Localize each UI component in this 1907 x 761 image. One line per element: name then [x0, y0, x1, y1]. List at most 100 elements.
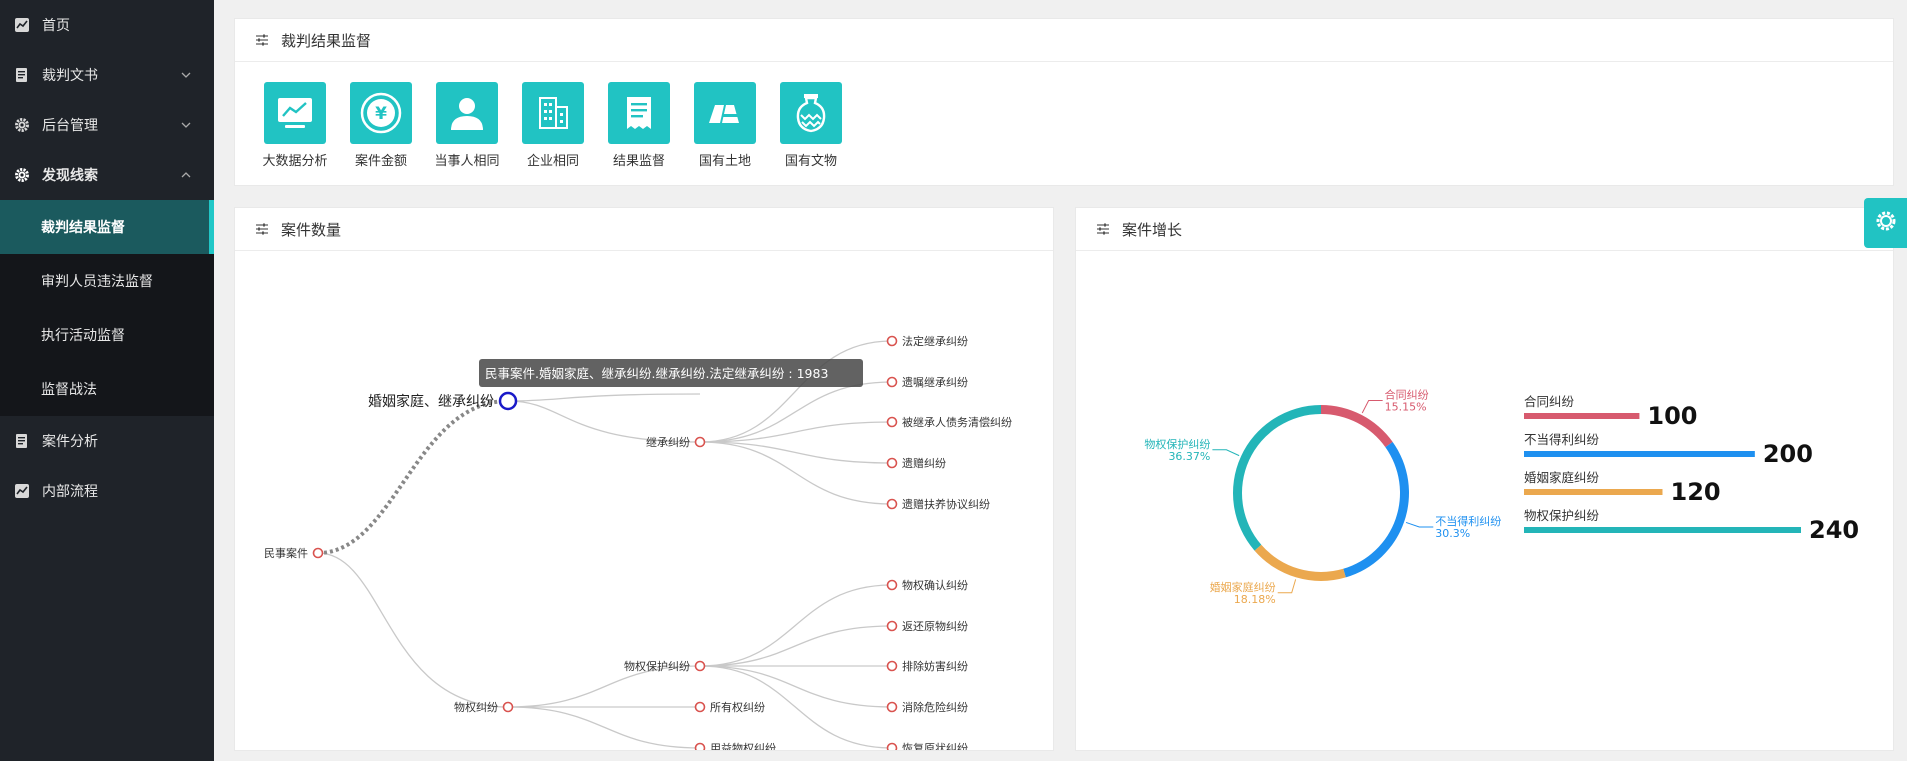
- tree-link-highlight: [317, 399, 509, 555]
- sidebar-item-tactics[interactable]: 监督战法: [0, 362, 214, 416]
- tree-leaf[interactable]: [886, 701, 898, 713]
- quick-link-case-amount[interactable]: ¥ 案件金额: [341, 82, 421, 169]
- sliders-icon: [1096, 222, 1110, 236]
- panel-title: 案件数量: [281, 220, 342, 239]
- tree-leaf[interactable]: [886, 579, 898, 591]
- tree-leaf[interactable]: [886, 335, 898, 347]
- tree-leaf[interactable]: [886, 457, 898, 469]
- tree-leaf-label: 物权确认纠纷: [902, 578, 968, 592]
- sidebar-item-label: 内部流程: [42, 484, 98, 500]
- bar: [1524, 489, 1663, 495]
- slice-label-name: 物权保护纠纷: [1144, 437, 1210, 451]
- tree-leaf-label: 遗嘱继承纠纷: [902, 375, 968, 389]
- tree-node-property-protection[interactable]: [694, 660, 706, 672]
- quick-link-big-data[interactable]: 大数据分析: [255, 82, 335, 169]
- quick-link-same-company[interactable]: 企业相同: [513, 82, 593, 169]
- donut-slice[interactable]: [1233, 405, 1321, 551]
- quick-link-same-party[interactable]: 当事人相同: [427, 82, 507, 169]
- sidebar-item-label: 首页: [42, 18, 70, 34]
- tree-leaf[interactable]: [886, 742, 898, 751]
- tree-leaf-label: 被继承人债务清偿纠纷: [902, 415, 1012, 429]
- case-tree-chart: 民事案件 婚姻家庭、继承纠纷 继承纠纷 物权纠纷 物权保护纠纷 所有权纠纷 用益…: [264, 334, 1012, 751]
- tree-leaf[interactable]: [886, 620, 898, 632]
- donut-slice[interactable]: [1254, 544, 1346, 581]
- tree-leaf-label: 返还原物纠纷: [902, 619, 968, 633]
- judgment-supervision-panel: 裁判结果监督 大数据分析 ¥ 案件金额 当事人相同 企业相同 结果监督 国有土地…: [234, 18, 1894, 186]
- sidebar: 首页 裁判文书 后台管理 发现线索 裁判结果监督 审判人员违法监督 执行活动监督…: [0, 0, 214, 761]
- bar: [1524, 527, 1801, 533]
- tree-label-root: 民事案件: [264, 546, 308, 560]
- quick-link-label: 企业相同: [526, 154, 579, 169]
- tree-label-property: 物权纠纷: [454, 700, 498, 714]
- tree-link: [699, 441, 893, 505]
- tree-node-marriage[interactable]: [498, 391, 518, 411]
- sidebar-item-label: 后台管理: [42, 118, 98, 134]
- panel-header: 案件数量: [235, 208, 1053, 251]
- sidebar-item-execution[interactable]: 执行活动监督: [0, 308, 214, 362]
- sidebar-item-judgment-supervision[interactable]: 裁判结果监督: [0, 200, 214, 254]
- chevron-down-icon: [180, 69, 192, 81]
- document-icon: [14, 433, 30, 449]
- tree-label-marriage: 婚姻家庭、继承纠纷: [368, 393, 494, 410]
- tree-label-inheritance: 继承纠纷: [646, 436, 690, 449]
- tooltip-text: 民事案件.婚姻家庭、继承纠纷.继承纠纷.法定继承纠纷 : 1983: [485, 366, 828, 381]
- gear-icon: [14, 117, 30, 133]
- chart-line-icon: [14, 17, 30, 33]
- tree-node-property[interactable]: [502, 701, 514, 713]
- tree-node-usufruct[interactable]: [694, 742, 706, 751]
- sidebar-item-label: 裁判文书: [42, 68, 98, 84]
- sidebar-item-label: 裁判结果监督: [41, 220, 125, 236]
- quick-link-label: 结果监督: [612, 154, 665, 169]
- tree-link: [699, 340, 893, 443]
- tree-link: [317, 552, 509, 708]
- yuan-coin-icon: ¥: [350, 82, 412, 144]
- chart-line-icon: [14, 483, 30, 499]
- document-icon: [14, 67, 30, 83]
- bar: [1524, 413, 1640, 419]
- sliders-icon: [255, 222, 269, 236]
- chevron-up-icon: [180, 169, 192, 181]
- person-icon: [436, 82, 498, 144]
- tree-leaf-label: 消除危险纠纷: [902, 700, 968, 714]
- bar-category-label: 物权保护纠纷: [1524, 508, 1600, 523]
- quick-link-state-relics[interactable]: 国有文物: [771, 82, 851, 169]
- donut-slice[interactable]: [1343, 441, 1409, 578]
- bar-category-label: 婚姻家庭纠纷: [1524, 470, 1600, 485]
- tree-leaf-label: 法定继承纠纷: [902, 334, 968, 348]
- tree-leaf[interactable]: [886, 660, 898, 672]
- trend-chart-icon: [264, 82, 326, 144]
- gear-icon: [14, 167, 30, 183]
- tree-node-ownership[interactable]: [694, 701, 706, 713]
- receipt-icon: [608, 82, 670, 144]
- tree-leaf[interactable]: [886, 416, 898, 428]
- settings-button[interactable]: [1864, 198, 1907, 248]
- slice-label-percent: 30.3%: [1435, 527, 1470, 540]
- bar-value-label: 100: [1647, 402, 1697, 430]
- tree-leaf-label: 遗赠纠纷: [902, 456, 946, 470]
- slice-label-name: 不当得利纠纷: [1435, 514, 1501, 528]
- tree-link: [507, 706, 701, 749]
- sidebar-item-label: 案件分析: [42, 434, 98, 450]
- tree-node-inheritance[interactable]: [694, 436, 706, 448]
- tree-link: [699, 584, 893, 667]
- sidebar-item-case-analysis[interactable]: 案件分析: [0, 416, 214, 466]
- quick-link-result-supervision[interactable]: 结果监督: [599, 82, 679, 169]
- building-icon: [522, 82, 584, 144]
- case-growth-panel: 案件增长 合同纠纷 15.15% 不当得利纠纷 30.3% 婚姻家庭纠纷 18.18% 物权…: [1075, 207, 1894, 751]
- slice-label-percent: 15.15%: [1385, 401, 1427, 414]
- tree-label-usufruct: 用益物权纠纷: [710, 741, 776, 750]
- sidebar-item-judgment-docs[interactable]: 裁判文书: [0, 50, 214, 100]
- sidebar-item-clues[interactable]: 发现线索: [0, 150, 214, 200]
- bar-value-label: 240: [1809, 516, 1859, 544]
- tree-node-root[interactable]: [312, 547, 324, 559]
- donut-slice[interactable]: [1321, 405, 1393, 448]
- sidebar-item-judge-violation[interactable]: 审判人员违法监督: [0, 254, 214, 308]
- sidebar-item-internal-flow[interactable]: 内部流程: [0, 466, 214, 516]
- sidebar-item-label: 监督战法: [41, 382, 97, 398]
- slice-label-name: 合同纠纷: [1385, 388, 1429, 402]
- sidebar-item-home[interactable]: 首页: [0, 0, 214, 50]
- quick-link-state-land[interactable]: 国有土地: [685, 82, 765, 169]
- tree-leaf[interactable]: [886, 376, 898, 388]
- sidebar-item-admin[interactable]: 后台管理: [0, 100, 214, 150]
- tree-leaf[interactable]: [886, 498, 898, 510]
